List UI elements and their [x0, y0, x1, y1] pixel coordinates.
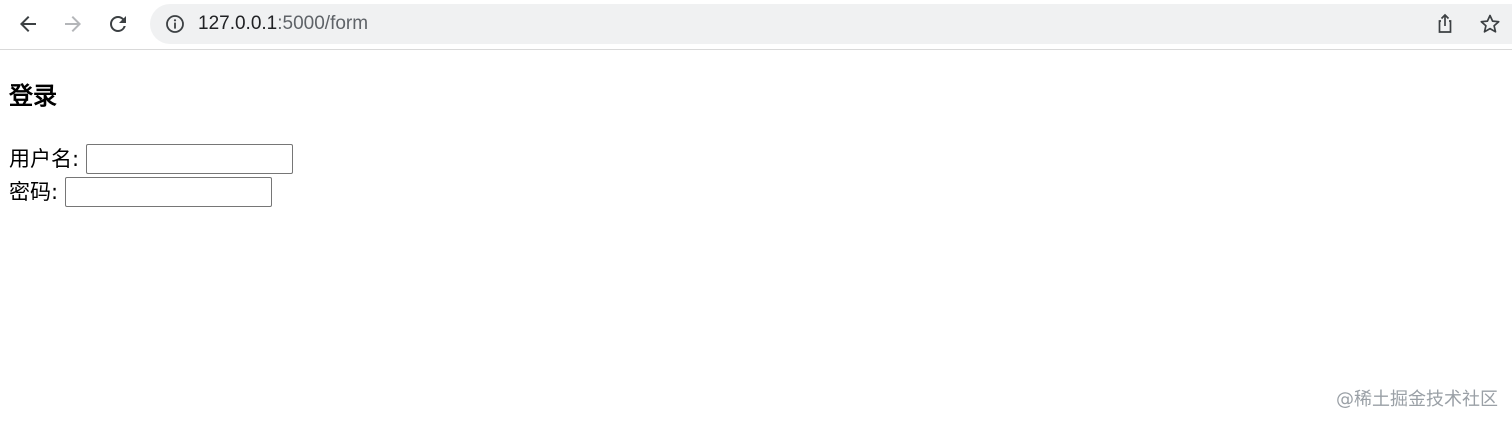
reload-button[interactable]	[101, 7, 135, 41]
username-input[interactable]	[86, 144, 294, 174]
password-label: 密码:	[9, 180, 59, 204]
share-icon[interactable]	[1433, 12, 1457, 36]
forward-button[interactable]	[56, 7, 90, 41]
url-host: 127.0.0.1	[198, 13, 278, 34]
password-input[interactable]	[65, 177, 273, 207]
watermark: @稀土掘金技术社区	[1336, 389, 1498, 410]
info-icon[interactable]	[165, 14, 185, 34]
username-row: 用户名:	[9, 143, 294, 175]
url-path: :5000/form	[277, 13, 369, 34]
arrow-left-icon	[20, 16, 36, 32]
reload-icon	[110, 15, 126, 32]
password-row: 密码:	[9, 176, 273, 208]
back-button[interactable]	[11, 7, 45, 41]
username-label: 用户名:	[9, 147, 80, 171]
bookmark-star-icon[interactable]	[1478, 12, 1502, 36]
url-text[interactable]: 127.0.0.1:5000/form	[198, 4, 368, 44]
page-title: 登录	[9, 82, 57, 110]
address-bar[interactable]: 127.0.0.1:5000/form	[150, 4, 1512, 44]
browser-toolbar: 127.0.0.1:5000/form	[0, 0, 1512, 50]
arrow-right-icon	[65, 16, 81, 32]
page-content: 登录 用户名: 密码:	[0, 51, 1512, 428]
